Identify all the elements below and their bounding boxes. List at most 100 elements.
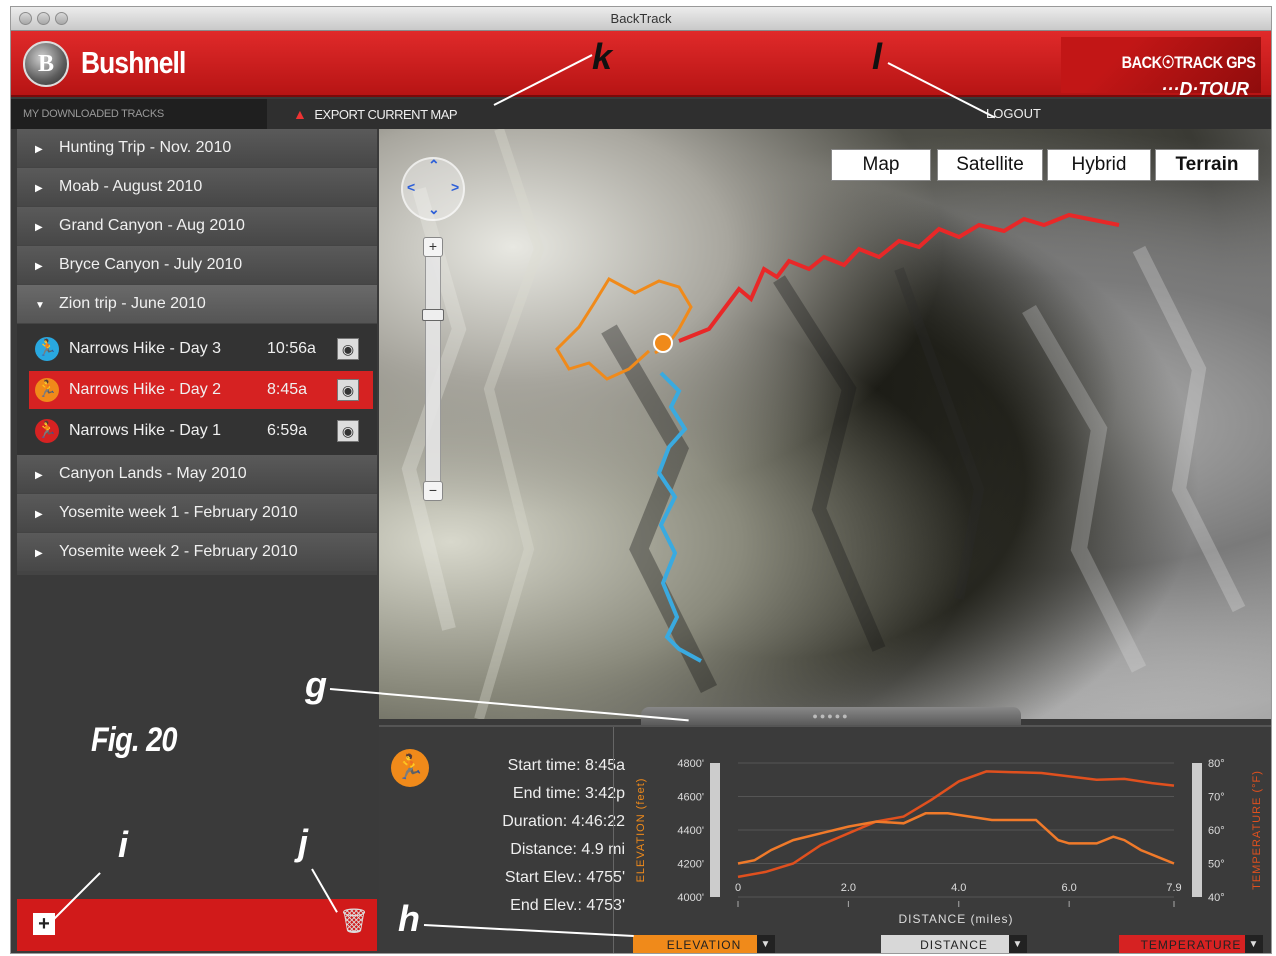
- trash-icon[interactable]: 🗑: [339, 907, 369, 936]
- right-axis-bar: [1192, 763, 1202, 897]
- left-tick-label: 4000': [677, 892, 704, 904]
- expand-arrow-icon: ▶: [35, 548, 43, 559]
- nav-bar: MY DOWNLOADED TRACKS ▲ EXPORT CURRENT MAP…: [11, 99, 1271, 129]
- x-axis-label: DISTANCE (miles): [898, 912, 1013, 926]
- x-tick-label: 2.0: [841, 882, 856, 894]
- map-type-map-button[interactable]: Map: [831, 149, 931, 181]
- track-item[interactable]: ▶ Yosemite week 1 - February 2010: [17, 494, 377, 532]
- elevation-dropdown-label: ELEVATION: [666, 938, 742, 952]
- subtrack-time: 6:59a: [267, 422, 308, 439]
- callout-l: l: [872, 36, 883, 77]
- right-tick-label: 60°: [1208, 825, 1225, 837]
- duration: Duration: 4:46:22: [502, 813, 625, 830]
- temperature-dropdown[interactable]: TEMPERATURE ▼: [1119, 935, 1263, 953]
- tracks-sidebar: ▶ Hunting Trip - Nov. 2010 ▶ Moab - August…: [17, 129, 377, 575]
- hiker-icon: 🏃: [35, 337, 59, 361]
- x-tick-label: 0: [735, 882, 741, 894]
- chevron-down-icon: ▼: [757, 935, 775, 953]
- subtrack-time: 8:45a: [267, 381, 308, 398]
- subtrack-item[interactable]: 🏃 Narrows Hike - Day 1 6:59a ◉: [29, 412, 373, 450]
- title-bar: BackTrack: [11, 7, 1271, 31]
- pan-down-icon[interactable]: ⌄: [428, 201, 440, 218]
- expand-arrow-icon: ▶: [35, 144, 43, 155]
- right-tick-label: 50°: [1208, 859, 1225, 871]
- subtrack-time: 10:56a: [267, 340, 316, 357]
- product-subname: ···D·TOUR: [1161, 79, 1249, 99]
- track-label: Bryce Canyon - July 2010: [59, 256, 243, 273]
- track-item[interactable]: ▶ Yosemite week 2 - February 2010: [17, 533, 377, 571]
- right-tick-label: 70°: [1208, 792, 1225, 804]
- map-type-satellite-button[interactable]: Satellite: [937, 149, 1043, 181]
- subtrack-item-selected[interactable]: 🏃 Narrows Hike - Day 2 8:45a ◉: [29, 371, 373, 409]
- app-window: BackTrack B Bushnell BACK☉TRACK GPS ···D…: [10, 6, 1272, 954]
- chevron-down-icon: ▼: [1009, 935, 1027, 953]
- expand-arrow-icon: ▶: [35, 222, 43, 233]
- export-map-link[interactable]: ▲ EXPORT CURRENT MAP: [293, 99, 458, 129]
- distance-dropdown-label: DISTANCE: [920, 938, 988, 952]
- start-marker-icon: [653, 333, 673, 353]
- left-tick-label: 4200': [677, 859, 704, 871]
- x-tick-label: 7.9: [1166, 882, 1181, 894]
- end-time: End time: 3:42p: [512, 785, 625, 802]
- window-title: BackTrack: [610, 11, 672, 26]
- figure-label: Fig. 20: [91, 721, 177, 759]
- elevation-temperature-chart: 4800' 4600' 4400' 4200' 4000' 80° 70° 60° 50° 40°…: [613, 727, 1271, 953]
- track-label: Yosemite week 1 - February 2010: [59, 504, 298, 521]
- zoom-slider-track[interactable]: [425, 237, 441, 499]
- distance-dropdown[interactable]: DISTANCE ▼: [881, 935, 1027, 953]
- left-tick-label: 4600': [677, 792, 704, 804]
- track-item[interactable]: ▶ Grand Canyon - Aug 2010: [17, 207, 377, 245]
- track-day2-path: [555, 277, 693, 381]
- visibility-eye-icon[interactable]: ◉: [337, 420, 359, 442]
- zoom-slider-thumb[interactable]: [422, 309, 444, 321]
- pan-right-icon[interactable]: >: [451, 179, 459, 195]
- track-label: Hunting Trip - Nov. 2010: [59, 139, 232, 156]
- subtrack-list: 🏃 Narrows Hike - Day 3 10:56a ◉ 🏃 Narrow…: [17, 324, 377, 455]
- logout-link[interactable]: LOGOUT: [986, 99, 1041, 129]
- map-view[interactable]: Map Satellite Hybrid Terrain ⌃ ⌄ < > + −: [379, 129, 1271, 719]
- callout-k: k: [592, 36, 613, 77]
- map-type-hybrid-button[interactable]: Hybrid: [1047, 149, 1151, 181]
- app-header: B Bushnell BACK☉TRACK GPS ···D·TOUR: [11, 31, 1271, 99]
- zoom-in-button[interactable]: +: [423, 237, 443, 257]
- splitter-handle[interactable]: ●●●●●: [641, 707, 1021, 727]
- panel-splitter[interactable]: ●●●●●: [379, 707, 1271, 727]
- left-tick-label: 4400': [677, 825, 704, 837]
- track-actions-bar: + 🗑: [17, 899, 377, 951]
- product-name: BACK☉TRACK GPS: [1121, 53, 1255, 72]
- subtrack-name: Narrows Hike - Day 1: [69, 422, 222, 439]
- expand-arrow-icon: ▶: [35, 470, 43, 481]
- zoom-out-button[interactable]: −: [423, 481, 443, 501]
- collapse-arrow-icon: ▼: [35, 300, 45, 311]
- callout-i: i: [118, 824, 129, 865]
- elevation-series-line: [737, 770, 1175, 879]
- subtrack-item[interactable]: 🏃 Narrows Hike - Day 3 10:56a ◉: [29, 330, 373, 368]
- tracks-section-label: MY DOWNLOADED TRACKS: [11, 99, 267, 129]
- bushnell-logo-icon: B: [23, 41, 69, 87]
- subtrack-name: Narrows Hike - Day 3: [69, 340, 222, 357]
- distance: Distance: 4.9 mi: [510, 841, 625, 858]
- visibility-eye-icon[interactable]: ◉: [337, 338, 359, 360]
- track-day1-path: [678, 212, 1120, 343]
- export-map-label: EXPORT CURRENT MAP: [314, 107, 458, 122]
- visibility-eye-icon[interactable]: ◉: [337, 379, 359, 401]
- track-item-expanded[interactable]: ▼ Zion trip - June 2010: [17, 285, 377, 323]
- add-track-button[interactable]: +: [33, 913, 55, 935]
- elevation-dropdown[interactable]: ELEVATION ▼: [633, 935, 775, 953]
- expand-arrow-icon: ▶: [35, 509, 43, 520]
- right-axis-label: TEMPERATURE (°F): [1251, 770, 1263, 890]
- pan-left-icon[interactable]: <: [407, 179, 415, 195]
- track-item[interactable]: ▶ Hunting Trip - Nov. 2010: [17, 129, 377, 167]
- pan-control[interactable]: ⌃ ⌄ < >: [401, 157, 465, 221]
- track-label: Yosemite week 2 - February 2010: [59, 543, 298, 560]
- callout-j: j: [298, 822, 309, 863]
- left-axis-label: ELEVATION (feet): [635, 778, 647, 883]
- temperature-dropdown-label: TEMPERATURE: [1140, 938, 1242, 952]
- pan-up-icon[interactable]: ⌃: [428, 157, 440, 174]
- track-item[interactable]: ▶ Bryce Canyon - July 2010: [17, 246, 377, 284]
- start-elevation: Start Elev.: 4755': [504, 869, 625, 886]
- track-item[interactable]: ▶ Canyon Lands - May 2010: [17, 455, 377, 493]
- track-item[interactable]: ▶ Moab - August 2010: [17, 168, 377, 206]
- callout-h: h: [398, 898, 420, 939]
- map-type-terrain-button[interactable]: Terrain: [1155, 149, 1259, 181]
